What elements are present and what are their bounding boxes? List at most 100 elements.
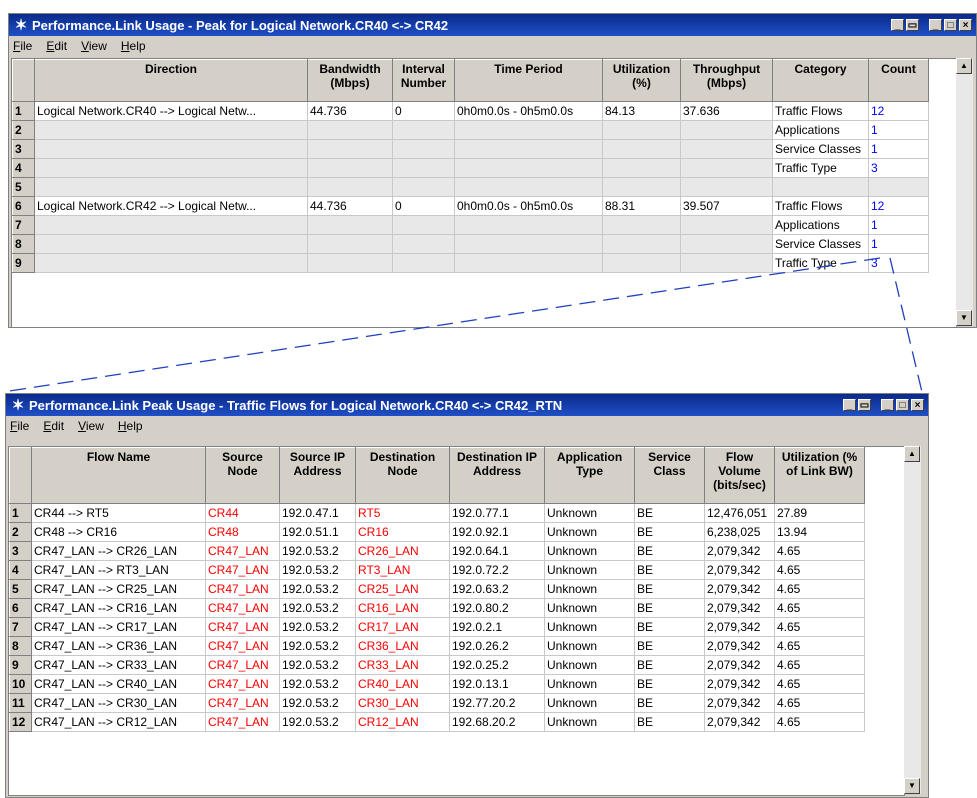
table-row[interactable]: 8 CR47_LAN --> CR36_LAN CR47_LAN 192.0.53.2…: [9, 636, 865, 656]
table-row[interactable]: 2 CR48 --> CR16 CR48 192.0.51.1 CR16 192.0.92…: [9, 522, 865, 542]
menu-edit[interactable]: Edit: [43, 419, 64, 433]
table-row[interactable]: 1 CR44 --> RT5 CR44 192.0.47.1 RT5 192.0.77.1…: [9, 503, 865, 523]
cell-dst[interactable]: CR40_LAN: [355, 674, 450, 694]
cell-dst[interactable]: RT3_LAN: [355, 560, 450, 580]
traffic-flows-titlebar[interactable]: ✶ Performance.Link Peak Usage - Traffic …: [6, 394, 928, 416]
menu-file[interactable]: File: [10, 419, 29, 433]
row-number[interactable]: 7: [12, 215, 35, 235]
cell-dst[interactable]: CR25_LAN: [355, 579, 450, 599]
col-category[interactable]: Category: [772, 59, 869, 102]
menu-view[interactable]: View: [78, 419, 104, 433]
cell-count[interactable]: 1: [868, 215, 929, 235]
row-number[interactable]: 3: [12, 139, 35, 159]
col-source-node[interactable]: Source Node: [205, 447, 280, 504]
table-row[interactable]: 4 CR47_LAN --> RT3_LAN CR47_LAN 192.0.53.2 R…: [9, 560, 865, 580]
cell-dst[interactable]: CR16: [355, 522, 450, 542]
scroll-down-arrow-icon[interactable]: ▼: [956, 310, 972, 326]
maximize-button[interactable]: □: [944, 19, 957, 31]
mdi-minimize-button[interactable]: _: [843, 399, 856, 411]
cell-src[interactable]: CR47_LAN: [205, 693, 280, 713]
row-number[interactable]: 12: [9, 712, 32, 732]
cell-src[interactable]: CR47_LAN: [205, 636, 280, 656]
app-star-icon[interactable]: ✶: [12, 16, 30, 34]
table-row[interactable]: 3 CR47_LAN --> CR26_LAN CR47_LAN 192.0.53.2…: [9, 541, 865, 561]
cell-src[interactable]: CR47_LAN: [205, 674, 280, 694]
table-row[interactable]: 8 Service Classes 1: [12, 234, 929, 254]
row-number[interactable]: 6: [9, 598, 32, 618]
cell-count[interactable]: 3: [868, 158, 929, 178]
table-row[interactable]: 5 CR47_LAN --> CR25_LAN CR47_LAN 192.0.53.2…: [9, 579, 865, 599]
col-flow-volume[interactable]: Flow Volume (bits/sec): [704, 447, 775, 504]
menu-help[interactable]: Help: [118, 419, 143, 433]
maximize-button[interactable]: □: [896, 399, 909, 411]
cell-src[interactable]: CR44: [205, 503, 280, 523]
table-row[interactable]: 3 Service Classes 1: [12, 139, 929, 159]
col-destination-node[interactable]: Destination Node: [355, 447, 450, 504]
row-number[interactable]: 6: [12, 196, 35, 216]
cell-count[interactable]: [868, 177, 929, 197]
row-number[interactable]: 8: [9, 636, 32, 656]
cell-src[interactable]: CR47_LAN: [205, 560, 280, 580]
row-number[interactable]: 7: [9, 617, 32, 637]
col-throughput[interactable]: Throughput (Mbps): [680, 59, 773, 102]
link-usage-titlebar[interactable]: ✶ Performance.Link Usage - Peak for Logi…: [9, 14, 976, 36]
cell-src[interactable]: CR47_LAN: [205, 579, 280, 599]
cell-dst[interactable]: CR30_LAN: [355, 693, 450, 713]
col-source-ip[interactable]: Source IP Address: [279, 447, 356, 504]
cell-src[interactable]: CR47_LAN: [205, 655, 280, 675]
mdi-restore-button[interactable]: ▭: [858, 399, 871, 411]
scroll-up-arrow-icon[interactable]: ▲: [956, 58, 972, 74]
menu-help[interactable]: Help: [121, 39, 146, 53]
row-number[interactable]: 4: [9, 560, 32, 580]
scroll-down-arrow-icon[interactable]: ▼: [904, 778, 920, 794]
row-number[interactable]: 9: [9, 655, 32, 675]
col-service-class[interactable]: Service Class: [634, 447, 705, 504]
table-row[interactable]: 6 Logical Network.CR42 --> Logical Netw..…: [12, 196, 929, 216]
cell-count[interactable]: 1: [868, 120, 929, 140]
cell-count[interactable]: 3: [868, 253, 929, 273]
col-application-type[interactable]: Application Type: [544, 447, 635, 504]
col-count[interactable]: Count: [868, 59, 929, 102]
cell-src[interactable]: CR48: [205, 522, 280, 542]
col-destination-ip[interactable]: Destination IP Address: [449, 447, 545, 504]
row-number[interactable]: 3: [9, 541, 32, 561]
table-row[interactable]: 6 CR47_LAN --> CR16_LAN CR47_LAN 192.0.53.2…: [9, 598, 865, 618]
row-number[interactable]: 9: [12, 253, 35, 273]
table-row[interactable]: 7 Applications 1: [12, 215, 929, 235]
menu-view[interactable]: View: [81, 39, 107, 53]
link-usage-scrollbar[interactable]: ▲ ▼: [956, 58, 973, 326]
table-row[interactable]: 10 CR47_LAN --> CR40_LAN CR47_LAN 192.0.53.…: [9, 674, 865, 694]
col-utilization[interactable]: Utilization (%): [602, 59, 681, 102]
mdi-minimize-button[interactable]: _: [891, 19, 904, 31]
cell-dst[interactable]: CR12_LAN: [355, 712, 450, 732]
row-number[interactable]: 5: [12, 177, 35, 197]
cell-src[interactable]: CR47_LAN: [205, 617, 280, 637]
minimize-button[interactable]: _: [881, 399, 894, 411]
cell-count[interactable]: 1: [868, 234, 929, 254]
cell-dst[interactable]: CR33_LAN: [355, 655, 450, 675]
table-row[interactable]: 7 CR47_LAN --> CR17_LAN CR47_LAN 192.0.53.2…: [9, 617, 865, 637]
app-star-icon[interactable]: ✶: [9, 396, 27, 414]
table-row[interactable]: 4 Traffic Type 3: [12, 158, 929, 178]
row-number[interactable]: 2: [9, 522, 32, 542]
cell-dst[interactable]: CR26_LAN: [355, 541, 450, 561]
col-flow-name[interactable]: Flow Name: [31, 447, 206, 504]
cell-src[interactable]: CR47_LAN: [205, 541, 280, 561]
row-number[interactable]: 11: [9, 693, 32, 713]
menu-file[interactable]: File: [13, 39, 32, 53]
mdi-restore-button[interactable]: ▭: [906, 19, 919, 31]
cell-count[interactable]: 12: [868, 101, 929, 121]
col-time-period[interactable]: Time Period: [454, 59, 603, 102]
cell-src[interactable]: CR47_LAN: [205, 598, 280, 618]
minimize-button[interactable]: _: [929, 19, 942, 31]
table-row[interactable]: 1 Logical Network.CR40 --> Logical Netw..…: [12, 101, 929, 121]
cell-dst[interactable]: CR36_LAN: [355, 636, 450, 656]
col-direction[interactable]: Direction: [34, 59, 308, 102]
row-number[interactable]: 10: [9, 674, 32, 694]
close-button[interactable]: ×: [911, 399, 924, 411]
row-number[interactable]: 1: [9, 503, 32, 523]
row-number[interactable]: 5: [9, 579, 32, 599]
cell-count[interactable]: 12: [868, 196, 929, 216]
col-bandwidth[interactable]: Bandwidth (Mbps): [307, 59, 393, 102]
cell-count[interactable]: 1: [868, 139, 929, 159]
